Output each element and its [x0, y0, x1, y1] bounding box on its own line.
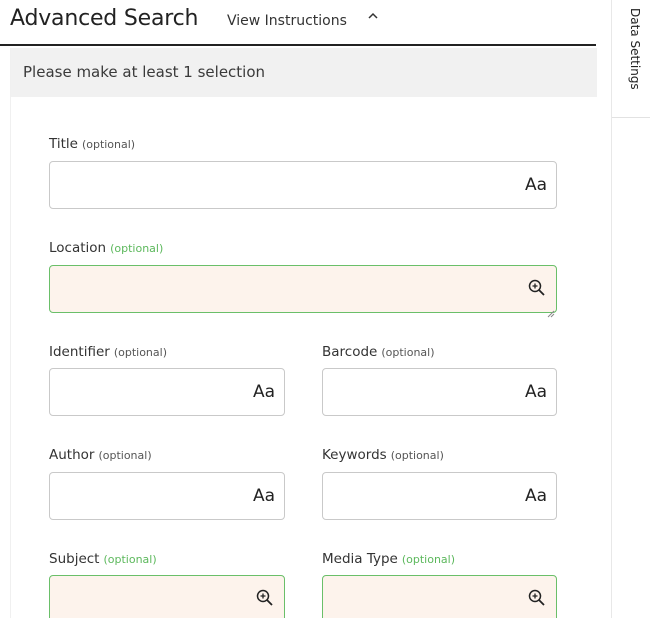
subject-lookup-input[interactable]	[49, 575, 285, 618]
subject-field-label: Subject (optional)	[49, 551, 157, 567]
text-format-icon: Aa	[252, 486, 275, 506]
optional-tag: (optional)	[103, 553, 157, 566]
chevron-up-icon[interactable]	[367, 10, 379, 26]
side-panel: Data Settings	[611, 0, 650, 618]
zoom-in-icon[interactable]	[527, 588, 547, 608]
author-field-label: Author (optional)	[49, 447, 152, 463]
data-settings-tab-label: Data Settings	[628, 8, 642, 90]
optional-tag: (optional)	[98, 449, 152, 462]
optional-tag: (optional)	[401, 553, 456, 566]
location-label-text: Location	[49, 240, 107, 256]
media-type-field-label: Media Type (optional)	[322, 551, 455, 567]
author-input[interactable]: Aa	[49, 472, 285, 520]
barcode-label-text: Barcode	[322, 344, 378, 360]
barcode-field-label: Barcode (optional)	[322, 344, 435, 360]
keywords-label-text: Keywords	[322, 447, 387, 463]
text-format-icon: Aa	[524, 382, 547, 402]
optional-tag: (optional)	[381, 346, 435, 359]
optional-tag: (optional)	[390, 449, 444, 462]
media-type-lookup-input[interactable]	[322, 575, 557, 618]
title-field-label: Title (optional)	[49, 136, 135, 152]
title-input[interactable]: Aa	[49, 161, 557, 209]
page-title: Advanced Search	[10, 6, 199, 31]
identifier-field-label: Identifier (optional)	[49, 344, 167, 360]
view-instructions-link[interactable]: View Instructions	[227, 13, 347, 29]
location-field-label: Location (optional)	[49, 240, 163, 256]
search-form-panel: Please make at least 1 selection Title (o…	[10, 48, 597, 618]
data-settings-tab[interactable]: Data Settings	[612, 0, 650, 118]
identifier-label-text: Identifier	[49, 344, 110, 360]
media-type-label-text: Media Type	[322, 551, 398, 567]
text-format-icon: Aa	[252, 382, 275, 402]
page-header: Advanced Search View Instructions	[0, 0, 596, 46]
subject-label-text: Subject	[49, 551, 100, 567]
keywords-input[interactable]: Aa	[322, 472, 557, 520]
selection-notice: Please make at least 1 selection	[11, 48, 597, 97]
resize-handle-icon[interactable]	[547, 303, 555, 318]
optional-tag: (optional)	[81, 138, 136, 151]
title-label-text: Title	[49, 136, 78, 152]
selection-notice-text: Please make at least 1 selection	[23, 63, 266, 81]
text-format-icon: Aa	[524, 486, 547, 506]
resize-handle-icon[interactable]	[547, 613, 555, 618]
resize-handle-icon[interactable]	[275, 613, 283, 618]
zoom-in-icon[interactable]	[527, 278, 547, 298]
identifier-input[interactable]: Aa	[49, 368, 285, 416]
author-label-text: Author	[49, 447, 95, 463]
barcode-input[interactable]: Aa	[322, 368, 557, 416]
zoom-in-icon[interactable]	[255, 588, 275, 608]
keywords-field-label: Keywords (optional)	[322, 447, 444, 463]
location-lookup-input[interactable]	[49, 265, 557, 318]
optional-tag: (optional)	[113, 346, 167, 359]
text-format-icon: Aa	[524, 175, 547, 195]
optional-tag: (optional)	[110, 242, 164, 255]
